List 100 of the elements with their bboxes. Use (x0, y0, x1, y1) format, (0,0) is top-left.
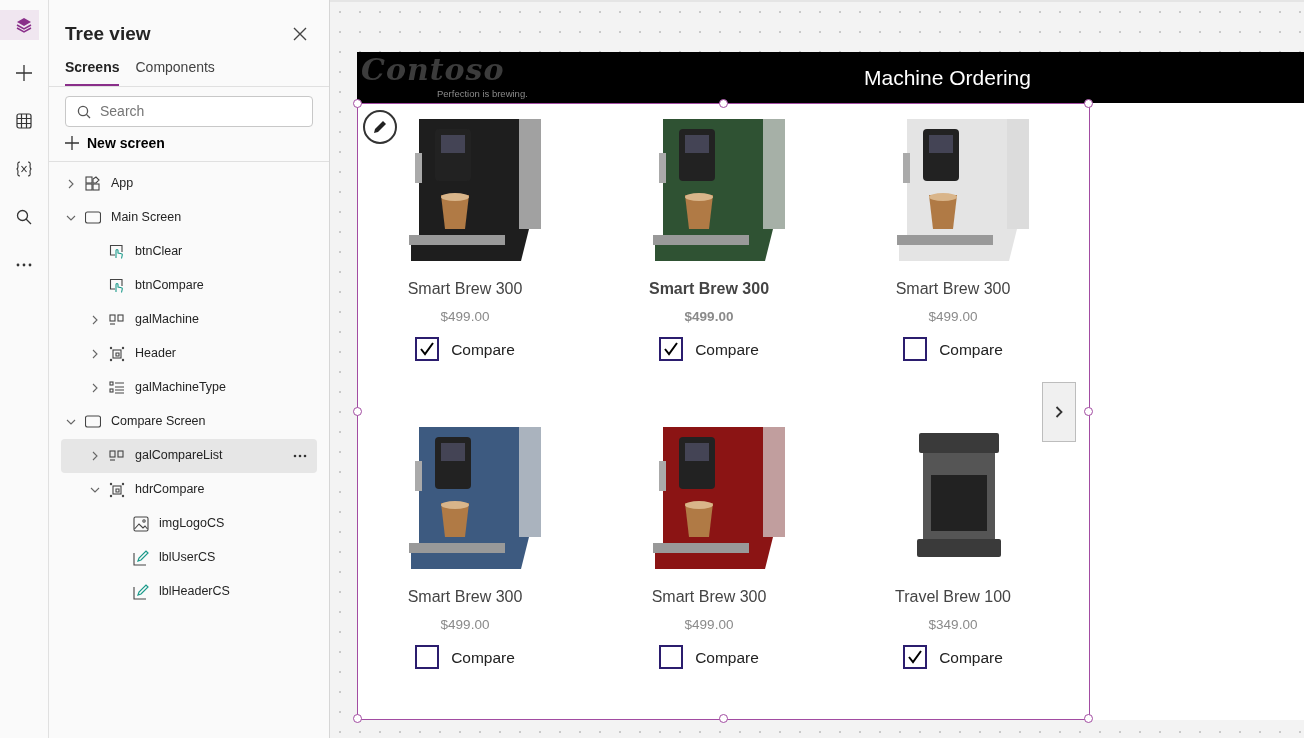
tree-item-label: galCompareList (135, 447, 223, 465)
compare-label: Compare (939, 339, 1003, 360)
resize-handle[interactable] (353, 406, 362, 416)
tree-item-label: lblHeaderCS (159, 583, 230, 601)
compare-checkbox[interactable] (415, 337, 440, 362)
compare-checkbox[interactable] (415, 645, 440, 670)
edit-button[interactable] (363, 110, 397, 144)
check-icon (907, 650, 924, 665)
button-hand-icon (109, 277, 125, 294)
compare-label: Compare (939, 647, 1003, 668)
resize-handle[interactable] (718, 714, 728, 723)
product-price: $499.00 (684, 616, 734, 634)
tree-item[interactable]: imgLogoCS (61, 506, 317, 541)
check-icon (419, 342, 436, 357)
tree-item[interactable]: btnCompare (61, 268, 317, 303)
tree-item[interactable]: App (61, 166, 317, 201)
screen-title: Machine Ordering (864, 64, 1031, 91)
tree-item[interactable]: Compare Screen (61, 404, 317, 439)
product-price: $499.00 (440, 616, 490, 634)
product-name: Smart Brew 300 (895, 279, 1011, 299)
tree-item[interactable]: Header (61, 336, 317, 371)
product-name: Smart Brew 300 (648, 279, 770, 299)
group-icon (109, 345, 125, 362)
product-price: $499.00 (928, 308, 978, 326)
tree-item[interactable]: hdrCompare (61, 472, 317, 507)
panel-tab[interactable]: Screens (65, 54, 120, 86)
tree-item[interactable]: galCompareList (61, 438, 317, 473)
pencil-icon (133, 583, 149, 600)
tree-item[interactable]: lblHeaderCS (61, 574, 317, 609)
plus-icon (65, 136, 79, 150)
panel-title: Tree view (65, 22, 151, 46)
logo-text: Contoso (361, 52, 505, 88)
tree-item-label: hdrCompare (135, 481, 205, 499)
group-icon (109, 481, 125, 498)
product-name: Smart Brew 300 (407, 279, 523, 299)
tree-item[interactable]: galMachineType (61, 370, 317, 405)
product-price: $499.00 (440, 308, 490, 326)
braces-icon (16, 161, 32, 177)
tree-item-label: btnClear (135, 243, 183, 261)
screen-icon (85, 209, 101, 226)
button-hand-icon (109, 243, 125, 260)
pencil-icon (133, 549, 149, 566)
compare-checkbox[interactable] (659, 337, 684, 362)
tree-item[interactable]: galMachine (61, 302, 317, 337)
compare-checkbox[interactable] (903, 645, 928, 670)
tree-item-label: App (111, 175, 134, 193)
search-icon (16, 209, 32, 225)
plus-icon (16, 65, 32, 81)
chevron-right-icon (1055, 406, 1063, 418)
list-icon (109, 379, 125, 396)
resize-handle[interactable] (353, 99, 362, 108)
tree-item-label: Main Screen (111, 209, 182, 227)
rail-button[interactable] (0, 10, 39, 40)
tree-item-label: Header (135, 345, 176, 363)
gallery-icon (109, 311, 125, 328)
check-icon (663, 342, 680, 357)
product-price: $499.00 (684, 308, 734, 326)
table-icon (16, 113, 32, 129)
resize-handle[interactable] (1084, 714, 1093, 723)
chevron-down-icon (66, 213, 76, 222)
panel-tab[interactable]: Components (135, 54, 215, 86)
resize-handle[interactable] (353, 714, 362, 723)
new-screen-button[interactable]: New screen (65, 132, 165, 154)
image-icon (133, 515, 149, 532)
tree-item[interactable]: Main Screen (61, 200, 317, 235)
resize-handle[interactable] (1084, 99, 1093, 108)
more-icon[interactable] (293, 453, 307, 458)
compare-label: Compare (695, 339, 759, 360)
chevron-down-icon (66, 417, 76, 426)
product-name: Smart Brew 300 (407, 587, 523, 607)
chevron-right-icon (67, 178, 75, 189)
tree-item-label: btnCompare (135, 277, 204, 295)
compare-checkbox[interactable] (659, 645, 684, 670)
search-field[interactable]: Search (65, 95, 313, 127)
chevron-right-icon (91, 450, 99, 461)
close-icon[interactable] (293, 27, 307, 42)
chevron-right-icon (91, 382, 99, 393)
product-name: Travel Brew 100 (895, 587, 1011, 607)
resize-handle[interactable] (1084, 406, 1093, 416)
product-price: $349.00 (928, 616, 978, 634)
product-name: Smart Brew 300 (651, 587, 767, 607)
tree-item[interactable]: btnClear (61, 234, 317, 269)
compare-checkbox[interactable] (903, 337, 928, 362)
tree-item-label: galMachine (135, 311, 199, 329)
chevron-down-icon (90, 485, 100, 494)
layers-icon (16, 17, 32, 33)
tree-item[interactable]: lblUserCS (61, 540, 317, 575)
screen-icon (85, 413, 101, 430)
app-icon (85, 175, 101, 192)
tree-item-label: lblUserCS (159, 549, 216, 567)
chevron-right-icon (91, 314, 99, 325)
compare-label: Compare (451, 647, 515, 668)
gallery-icon (109, 447, 125, 464)
resize-handle[interactable] (718, 99, 728, 108)
tree-item-label: galMachineType (135, 379, 227, 397)
pencil-icon (372, 119, 388, 135)
tree-item-label: Compare Screen (111, 413, 206, 431)
tree-item-label: imgLogoCS (159, 515, 225, 533)
compare-label: Compare (451, 339, 515, 360)
compare-label: Compare (695, 647, 759, 668)
